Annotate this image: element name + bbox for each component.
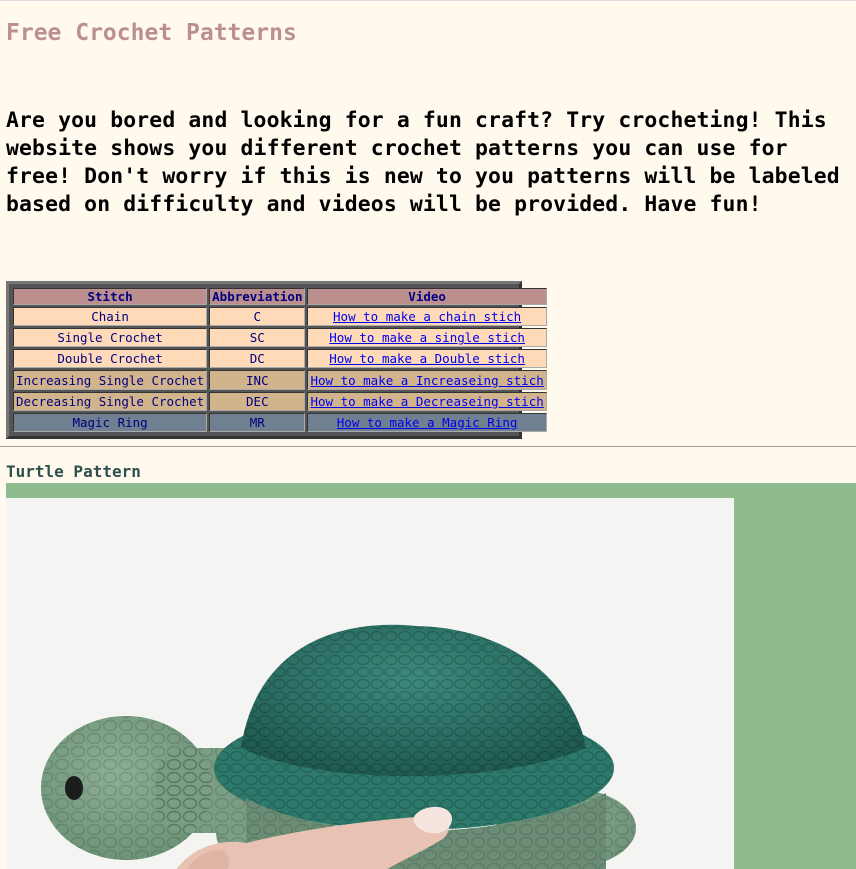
turtle-photo	[6, 498, 734, 869]
stitch-name: Double Crochet	[13, 349, 208, 369]
section-divider	[0, 446, 856, 447]
header-video: Video	[307, 288, 547, 305]
stitch-abbreviation: C	[209, 307, 306, 327]
video-cell: How to make a Magic Ring	[307, 412, 547, 432]
page-title: Free Crochet Patterns	[6, 20, 297, 46]
video-cell: How to make a Double stich	[307, 349, 547, 369]
stitch-name: Single Crochet	[13, 328, 208, 348]
video-cell: How to make a Increaseing stich	[307, 370, 547, 390]
table-row: Double Crochet DC How to make a Double s…	[13, 349, 547, 369]
stitch-name: Magic Ring	[13, 412, 208, 432]
video-link-double-crochet[interactable]: How to make a Double stich	[329, 351, 525, 366]
turtle-pattern-title: Turtle Pattern	[6, 462, 141, 481]
video-link-increasing[interactable]: How to make a Increaseing stich	[310, 373, 543, 388]
video-link-single-crochet[interactable]: How to make a single stich	[329, 330, 525, 345]
header-abbreviation: Abbreviation	[209, 288, 306, 305]
stitch-table-container: Stitch Abbreviation Video Chain C How to…	[6, 281, 547, 439]
stitch-abbreviation: INC	[209, 370, 306, 390]
stitch-name: Chain	[13, 307, 208, 327]
stitch-table: Stitch Abbreviation Video Chain C How to…	[11, 286, 549, 434]
stitch-abbreviation: DC	[209, 349, 306, 369]
table-row: Decreasing Single Crochet DEC How to mak…	[13, 391, 547, 411]
table-header-row: Stitch Abbreviation Video	[13, 288, 547, 305]
header-stitch: Stitch	[13, 288, 208, 305]
stitch-name: Decreasing Single Crochet	[13, 391, 208, 411]
table-row: Magic Ring MR How to make a Magic Ring	[13, 412, 547, 432]
table-row: Increasing Single Crochet INC How to mak…	[13, 370, 547, 390]
video-cell: How to make a chain stich	[307, 307, 547, 327]
stitch-name: Increasing Single Crochet	[13, 370, 208, 390]
stitch-abbreviation: SC	[209, 328, 306, 348]
video-cell: How to make a single stich	[307, 328, 547, 348]
video-cell: How to make a Decreaseing stich	[307, 391, 547, 411]
table-row: Single Crochet SC How to make a single s…	[13, 328, 547, 348]
table-row: Chain C How to make a chain stich	[13, 307, 547, 327]
stitch-abbreviation: DEC	[209, 391, 306, 411]
video-link-chain[interactable]: How to make a chain stich	[333, 309, 521, 324]
stitch-abbreviation: MR	[209, 412, 306, 432]
video-link-decreasing[interactable]: How to make a Decreaseing stich	[310, 394, 543, 409]
intro-paragraph: Are you bored and looking for a fun craf…	[6, 108, 840, 217]
video-link-magic-ring[interactable]: How to make a Magic Ring	[337, 415, 518, 430]
